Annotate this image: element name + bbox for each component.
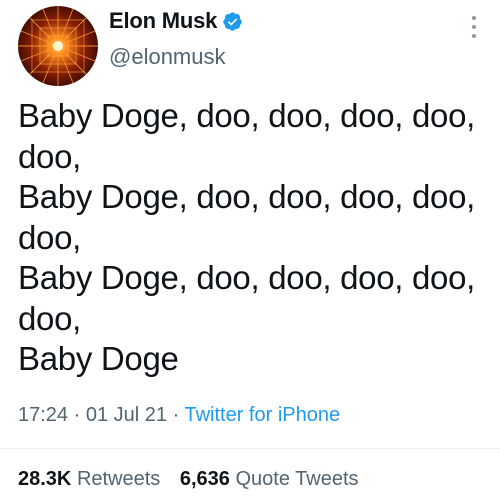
- tweet-card: Elon Musk @elonmusk Baby Doge, doo, doo,…: [0, 0, 500, 500]
- name-row: Elon Musk: [109, 8, 243, 34]
- quote-tweets-count: 6,636: [179, 468, 230, 490]
- tweet-text: Baby Doge, doo, doo, doo, doo, doo, Baby…: [18, 97, 476, 377]
- more-options-icon[interactable]: [470, 16, 478, 38]
- retweets-label: Retweets: [76, 468, 161, 490]
- tweet-date[interactable]: 01 Jul 21: [86, 404, 167, 426]
- quote-tweets-label: Quote Tweets: [235, 468, 359, 490]
- quote-tweets-stat[interactable]: 6,636 Quote Tweets: [180, 468, 359, 491]
- tweet-source-link[interactable]: Twitter for iPhone: [184, 404, 340, 426]
- divider: [0, 448, 500, 449]
- author-info: Elon Musk @elonmusk: [109, 8, 243, 70]
- meta-separator: ·: [172, 404, 180, 426]
- user-handle[interactable]: @elonmusk: [109, 44, 243, 70]
- retweets-count: 28.3K: [18, 468, 72, 490]
- tweet-time[interactable]: 17:24: [18, 404, 68, 426]
- display-name[interactable]: Elon Musk: [109, 8, 217, 34]
- radial-burst-avatar-icon: [18, 6, 98, 86]
- meta-separator: ·: [73, 404, 81, 426]
- avatar[interactable]: [18, 6, 98, 86]
- tweet-stats: 28.3K Retweets 6,636 Quote Tweets: [18, 468, 373, 491]
- retweets-stat[interactable]: 28.3K Retweets: [18, 468, 160, 491]
- tweet-meta: 17:24 · 01 Jul 21 · Twitter for iPhone: [18, 404, 340, 427]
- verified-badge-icon: [223, 11, 242, 31]
